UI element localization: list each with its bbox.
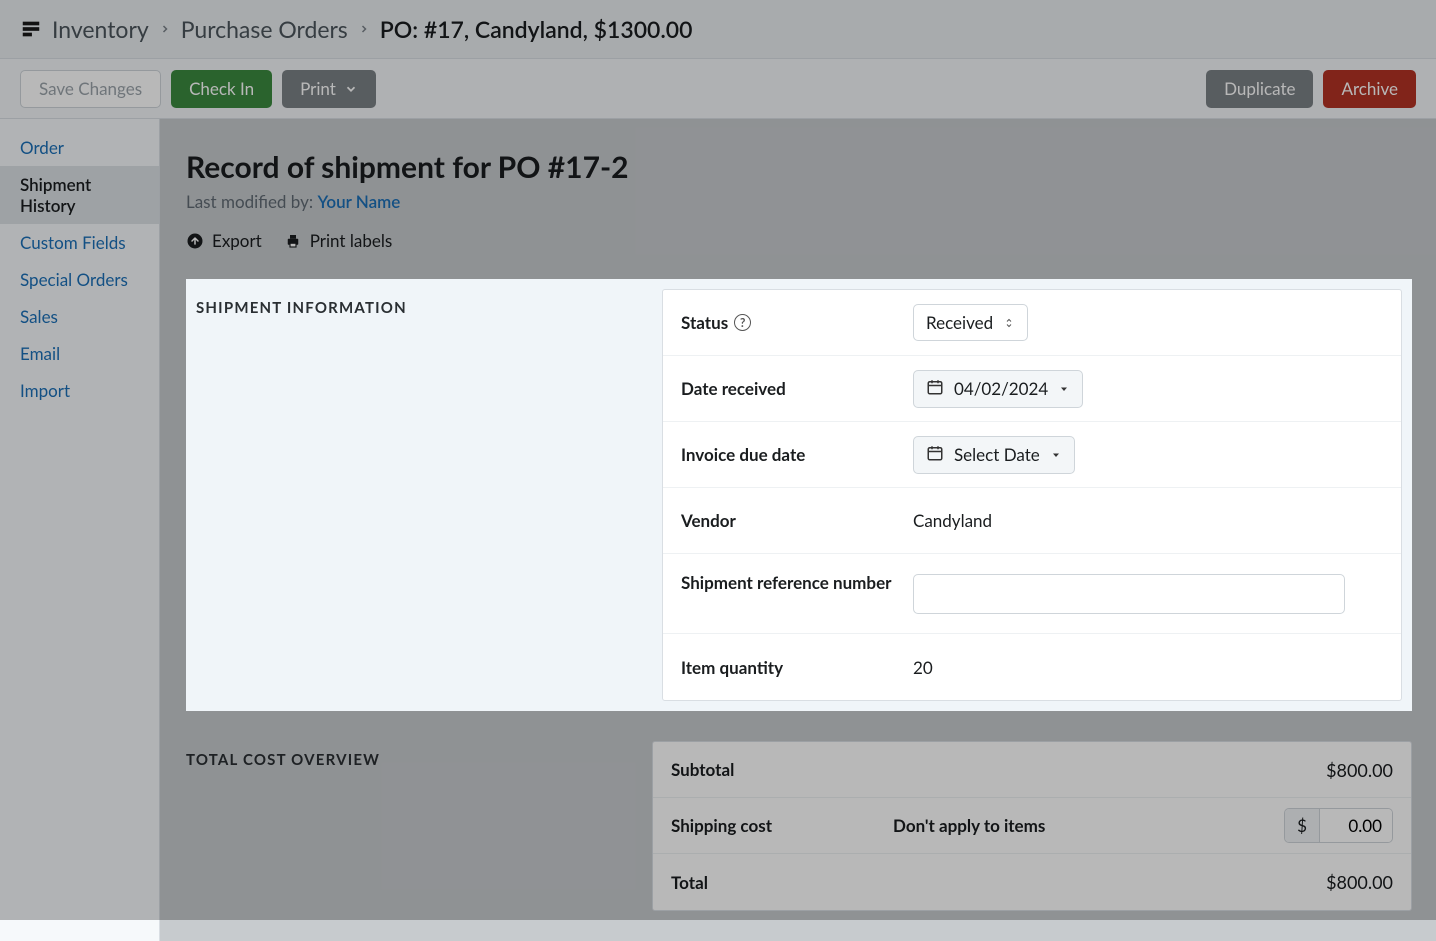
item-quantity-value: 20 (913, 657, 933, 678)
invoice-due-date-row: Invoice due date Select Date (663, 422, 1401, 488)
archive-button[interactable]: Archive (1323, 70, 1416, 108)
export-label: Export (212, 230, 262, 251)
status-select[interactable]: Received (913, 304, 1028, 341)
print-dropdown-button[interactable]: Print (282, 70, 376, 108)
shipment-reference-label: Shipment reference number (681, 572, 892, 593)
action-bar: Save Changes Check In Print Duplicate Ar… (0, 59, 1436, 119)
caret-down-icon (1050, 444, 1062, 465)
total-cost-section: TOTAL COST OVERVIEW Subtotal $800.00 Shi… (186, 741, 1412, 911)
duplicate-button[interactable]: Duplicate (1206, 70, 1313, 108)
chevron-down-icon (344, 82, 358, 96)
subtotal-value: $800.00 (1326, 759, 1393, 781)
print-labels-label: Print labels (310, 230, 392, 251)
page-title: Record of shipment for PO #17-2 (186, 149, 1412, 185)
total-label: Total (671, 872, 893, 893)
breadcrumb-current: PO: #17, Candyland, $1300.00 (380, 15, 693, 43)
subtotal-row: Subtotal $800.00 (653, 742, 1411, 798)
status-row: Status ? Received (663, 290, 1401, 356)
currency-symbol: $ (1285, 809, 1320, 842)
chevron-right-icon (159, 23, 171, 35)
vendor-label: Vendor (681, 510, 736, 531)
sidebar-item-custom-fields[interactable]: Custom Fields (0, 224, 159, 261)
export-icon (186, 232, 204, 250)
date-received-label: Date received (681, 378, 786, 399)
print-button-label: Print (300, 78, 336, 99)
export-button[interactable]: Export (186, 230, 262, 251)
sidebar-item-sales[interactable]: Sales (0, 298, 159, 335)
caret-down-icon (1058, 378, 1070, 399)
breadcrumb-inventory[interactable]: Inventory (52, 15, 149, 43)
check-in-button[interactable]: Check In (171, 70, 272, 108)
shipment-info-heading: SHIPMENT INFORMATION (196, 299, 662, 317)
date-received-value: 04/02/2024 (954, 378, 1048, 399)
shipping-cost-row: Shipping cost Don't apply to items $ (653, 798, 1411, 854)
sidebar-item-special-orders[interactable]: Special Orders (0, 261, 159, 298)
date-received-picker[interactable]: 04/02/2024 (913, 370, 1083, 408)
calendar-icon (926, 444, 944, 466)
last-modified: Last modified by: Your Name (186, 191, 1412, 212)
sidebar-item-order[interactable]: Order (0, 129, 159, 166)
calendar-icon (926, 378, 944, 400)
sidebar-item-shipment-history[interactable]: Shipment History (0, 166, 159, 224)
sidebar: Order Shipment History Custom Fields Spe… (0, 119, 160, 941)
date-received-row: Date received 04/02/2024 (663, 356, 1401, 422)
item-quantity-label: Item quantity (681, 657, 783, 678)
help-icon[interactable]: ? (734, 314, 751, 331)
shipment-reference-input[interactable] (913, 574, 1345, 614)
invoice-due-date-picker[interactable]: Select Date (913, 436, 1075, 474)
shipping-cost-label: Shipping cost (671, 815, 893, 836)
inventory-icon (20, 18, 42, 40)
shipping-apply-text: Don't apply to items (893, 815, 1045, 836)
breadcrumb-purchase-orders[interactable]: Purchase Orders (181, 15, 348, 43)
last-modified-prefix: Last modified by: (186, 191, 317, 212)
status-value: Received (926, 312, 993, 333)
status-label: Status (681, 312, 728, 333)
shipping-cost-input[interactable] (1320, 809, 1392, 842)
subtotal-label: Subtotal (671, 759, 893, 780)
vendor-row: Vendor Candyland (663, 488, 1401, 554)
shipment-reference-row: Shipment reference number (663, 554, 1401, 634)
printer-icon (284, 232, 302, 250)
vendor-value: Candyland (913, 510, 992, 531)
shipping-cost-input-group: $ (1284, 808, 1393, 843)
last-modified-user-link[interactable]: Your Name (317, 191, 400, 212)
total-value: $800.00 (1326, 871, 1393, 893)
invoice-due-date-value: Select Date (954, 444, 1040, 465)
print-labels-button[interactable]: Print labels (284, 230, 392, 251)
total-row: Total $800.00 (653, 854, 1411, 910)
breadcrumb: Inventory Purchase Orders PO: #17, Candy… (0, 0, 1436, 59)
sidebar-item-email[interactable]: Email (0, 335, 159, 372)
sidebar-item-import[interactable]: Import (0, 372, 159, 409)
total-cost-heading: TOTAL COST OVERVIEW (186, 751, 652, 769)
item-quantity-row: Item quantity 20 (663, 634, 1401, 700)
invoice-due-date-label: Invoice due date (681, 444, 805, 465)
save-button: Save Changes (20, 70, 161, 108)
shipment-information-section: SHIPMENT INFORMATION Status ? Received (186, 279, 1412, 711)
up-down-icon (1003, 312, 1015, 333)
chevron-right-icon (358, 23, 370, 35)
